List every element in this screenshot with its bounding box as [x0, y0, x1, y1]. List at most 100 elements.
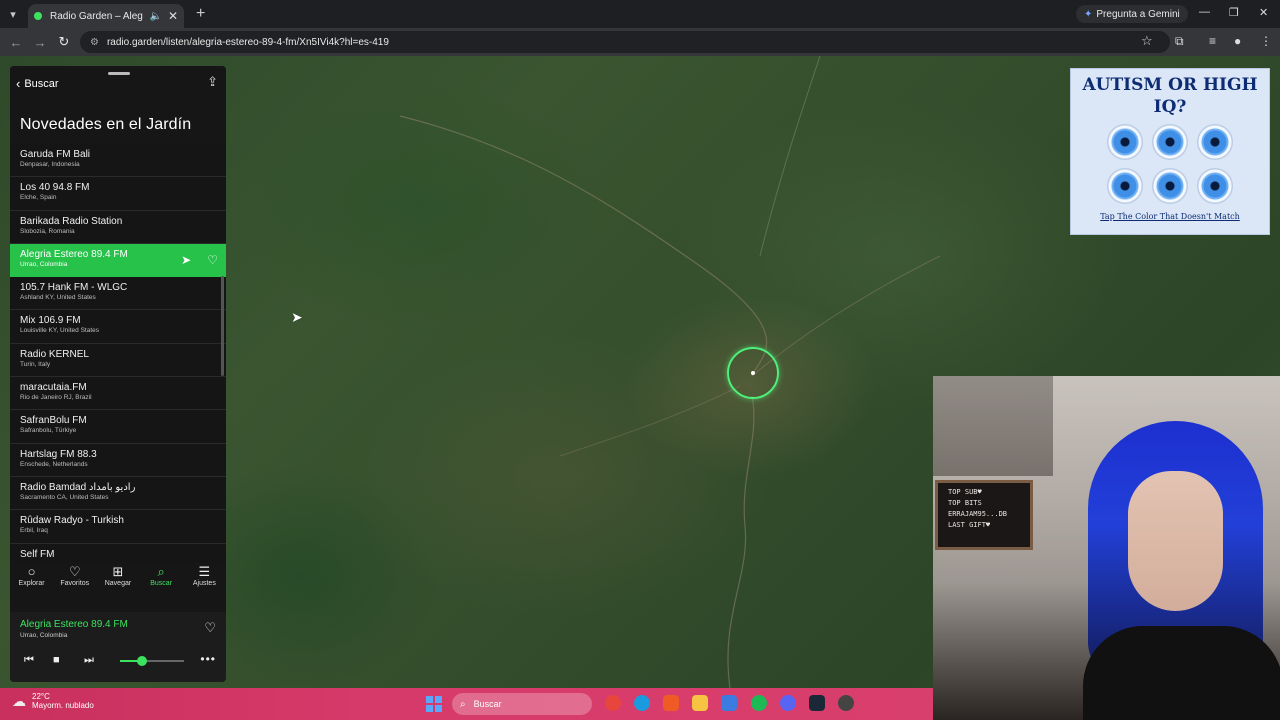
reload-icon[interactable]: ↻: [52, 34, 76, 50]
station-list-item[interactable]: 105.7 Hank FM - WLGC Ashland KY, United S…: [10, 277, 226, 311]
eye-icon[interactable]: [1107, 168, 1143, 204]
station-list-item[interactable]: Radio Bamdad رادیو بامداد Sacramento CA, …: [10, 477, 226, 511]
windows-start-icon[interactable]: [426, 696, 442, 712]
station-name: Hartslag FM 88.3: [20, 448, 97, 460]
edge-icon[interactable]: [634, 695, 650, 711]
folder-icon[interactable]: [692, 695, 708, 711]
station-name: maracutaia.FM: [20, 382, 87, 394]
station-location: Denpasar, Indonesia: [20, 161, 80, 168]
steam-icon[interactable]: [809, 695, 825, 711]
station-name: Mix 106.9 FM: [20, 315, 81, 327]
station-list-item[interactable]: Rûdaw Radyo - Turkish Erbil, Iraq: [10, 510, 226, 544]
station-list-item[interactable]: Barikada Radio Station Slobozia, Romania: [10, 211, 226, 244]
back-button[interactable]: ‹ Buscar: [16, 76, 59, 91]
station-name: SafranBolu FM: [20, 415, 87, 427]
nav-buscar[interactable]: ⌕ Buscar: [141, 562, 181, 598]
profile-avatar[interactable]: ●: [1234, 34, 1241, 48]
restore-icon[interactable]: ❐: [1229, 6, 1239, 19]
obs-icon[interactable]: [838, 695, 854, 711]
close-icon[interactable]: ✕: [168, 9, 178, 23]
station-name: Los 40 94.8 FM: [20, 182, 90, 194]
map-icon: ⊞: [112, 564, 124, 579]
previous-icon[interactable]: ⏮: [24, 654, 34, 667]
station-location: Sacramento CA, United States: [20, 493, 109, 501]
station-list-item[interactable]: maracutaia.FM Rio de Janeiro RJ, Brazil: [10, 377, 226, 411]
forward-arrow-icon[interactable]: →: [28, 35, 52, 50]
streamer-shirt: [1083, 626, 1280, 720]
station-location: Slobozia, Romania: [20, 227, 75, 235]
gemini-icon: ✦: [1084, 8, 1093, 20]
more-options-icon[interactable]: •••: [200, 652, 216, 666]
nav-explorar[interactable]: ○ Explorar: [12, 562, 52, 598]
station-name: Radio Bamdad رادیو بامداد: [20, 481, 136, 493]
taskbar-search[interactable]: ⌕ Buscar: [452, 693, 592, 715]
player-station-location: Urrao, Colombia: [20, 632, 68, 639]
station-list-item[interactable]: Radio KERNEL Turin, Italy: [10, 344, 226, 378]
nav-favoritos[interactable]: ♡ Favoritos: [55, 562, 95, 598]
station-list-item[interactable]: Mix 106.9 FM Louisville KY, United States: [10, 310, 226, 344]
heart-icon: ♡: [68, 564, 81, 579]
station-list-item[interactable]: Self FM: [10, 544, 226, 562]
radio-panel: ‹ Buscar ⇪ Novedades en el Jardín Garuda…: [10, 66, 226, 682]
extensions-icon[interactable]: ⧉: [1175, 34, 1184, 49]
station-list-item[interactable]: Hartslag FM 88.3 Enschede, Netherlands: [10, 444, 226, 477]
eye-icon[interactable]: [1107, 124, 1143, 160]
discord-icon[interactable]: [780, 695, 796, 711]
media-icon[interactable]: ≡: [1209, 34, 1216, 48]
eye-icon[interactable]: [1152, 124, 1188, 160]
station-location: Rio de Janeiro RJ, Brazil: [20, 394, 92, 402]
player-station-name[interactable]: Alegria Estereo 89.4 FM: [20, 619, 128, 630]
taskbar: ☁ 22°C Mayorm. nublado ⌕ Buscar: [0, 688, 933, 720]
station-dot: [751, 371, 755, 375]
circle-icon: ○: [27, 564, 36, 579]
weather-widget[interactable]: ☁ 22°C Mayorm. nublado: [12, 692, 94, 710]
station-location: Enschede, Netherlands: [20, 460, 88, 468]
browser-tab[interactable]: Radio Garden – Alegria Este 🔈 ✕: [28, 4, 184, 28]
station-list-item[interactable]: Los 40 94.8 FM Elche, Spain: [10, 177, 226, 211]
minimize-icon[interactable]: —: [1199, 6, 1210, 18]
gemini-button[interactable]: ✦ Pregunta a Gemini: [1076, 5, 1188, 23]
window-close-icon[interactable]: ✕: [1259, 6, 1268, 19]
station-list[interactable]: Garuda FM Bali Denpasar, Indonesia Los 40 …: [10, 144, 226, 562]
locate-arrow-icon[interactable]: ➤: [181, 253, 191, 267]
station-location: Safranbolu, Türkiye: [20, 427, 77, 435]
station-name: Radio KERNEL: [20, 348, 89, 360]
speaker-icon[interactable]: 🔈: [149, 11, 161, 22]
store-icon[interactable]: [721, 695, 737, 711]
scrollbar[interactable]: [221, 276, 224, 376]
nav-navegar[interactable]: ⊞ Navegar: [98, 562, 138, 598]
station-name: Barikada Radio Station: [20, 215, 123, 227]
stop-icon[interactable]: ■: [53, 654, 60, 666]
back-arrow-icon[interactable]: ←: [4, 35, 28, 50]
nav-ajustes[interactable]: ☰ Ajustes: [184, 562, 224, 598]
address-bar[interactable]: ⚙ radio.garden/listen/alegria-estereo-89…: [80, 31, 1170, 53]
station-list-item[interactable]: SafranBolu FM Safranbolu, Türkiye: [10, 410, 226, 444]
drag-handle[interactable]: [108, 72, 130, 75]
ad-cta[interactable]: Tap The Color That Doesn't Match: [1071, 212, 1269, 221]
eye-icon[interactable]: [1152, 168, 1188, 204]
volume-knob[interactable]: [137, 656, 148, 666]
ad-eyes-grid[interactable]: [1071, 124, 1269, 204]
tab-title: Radio Garden – Alegria Este: [50, 10, 143, 22]
brave-icon[interactable]: [663, 695, 679, 711]
panel-title: Novedades en el Jardín: [20, 116, 192, 133]
spotify-icon[interactable]: [751, 695, 767, 711]
new-tab-icon[interactable]: +: [196, 5, 205, 23]
heart-icon[interactable]: ♡: [207, 253, 218, 267]
volume-slider[interactable]: [120, 656, 184, 666]
bookmark-star-icon[interactable]: ☆: [1141, 33, 1153, 49]
station-list-item[interactable]: Alegria Estereo 89.4 FM Urrao, Colombia ➤ ♡: [10, 243, 226, 278]
weather-text: Mayorm. nublado: [32, 701, 94, 710]
station-list-item[interactable]: Garuda FM Bali Denpasar, Indonesia: [10, 144, 226, 178]
station-location: Turin, Italy: [20, 360, 51, 368]
eye-icon[interactable]: [1197, 124, 1233, 160]
eye-icon[interactable]: [1197, 168, 1233, 204]
more-menu-icon[interactable]: ⋮: [1260, 34, 1272, 48]
next-icon[interactable]: ⏭: [84, 654, 94, 667]
tab-search-icon[interactable]: ▾: [0, 0, 26, 28]
favorite-heart-icon[interactable]: ♡: [204, 620, 216, 636]
advertisement[interactable]: AUTISM OR HIGH IQ? Tap The Color That Do…: [1070, 68, 1270, 235]
site-info-icon[interactable]: ⚙: [90, 37, 99, 48]
chrome-icon[interactable]: [605, 695, 621, 711]
share-icon[interactable]: ⇪: [207, 74, 218, 90]
